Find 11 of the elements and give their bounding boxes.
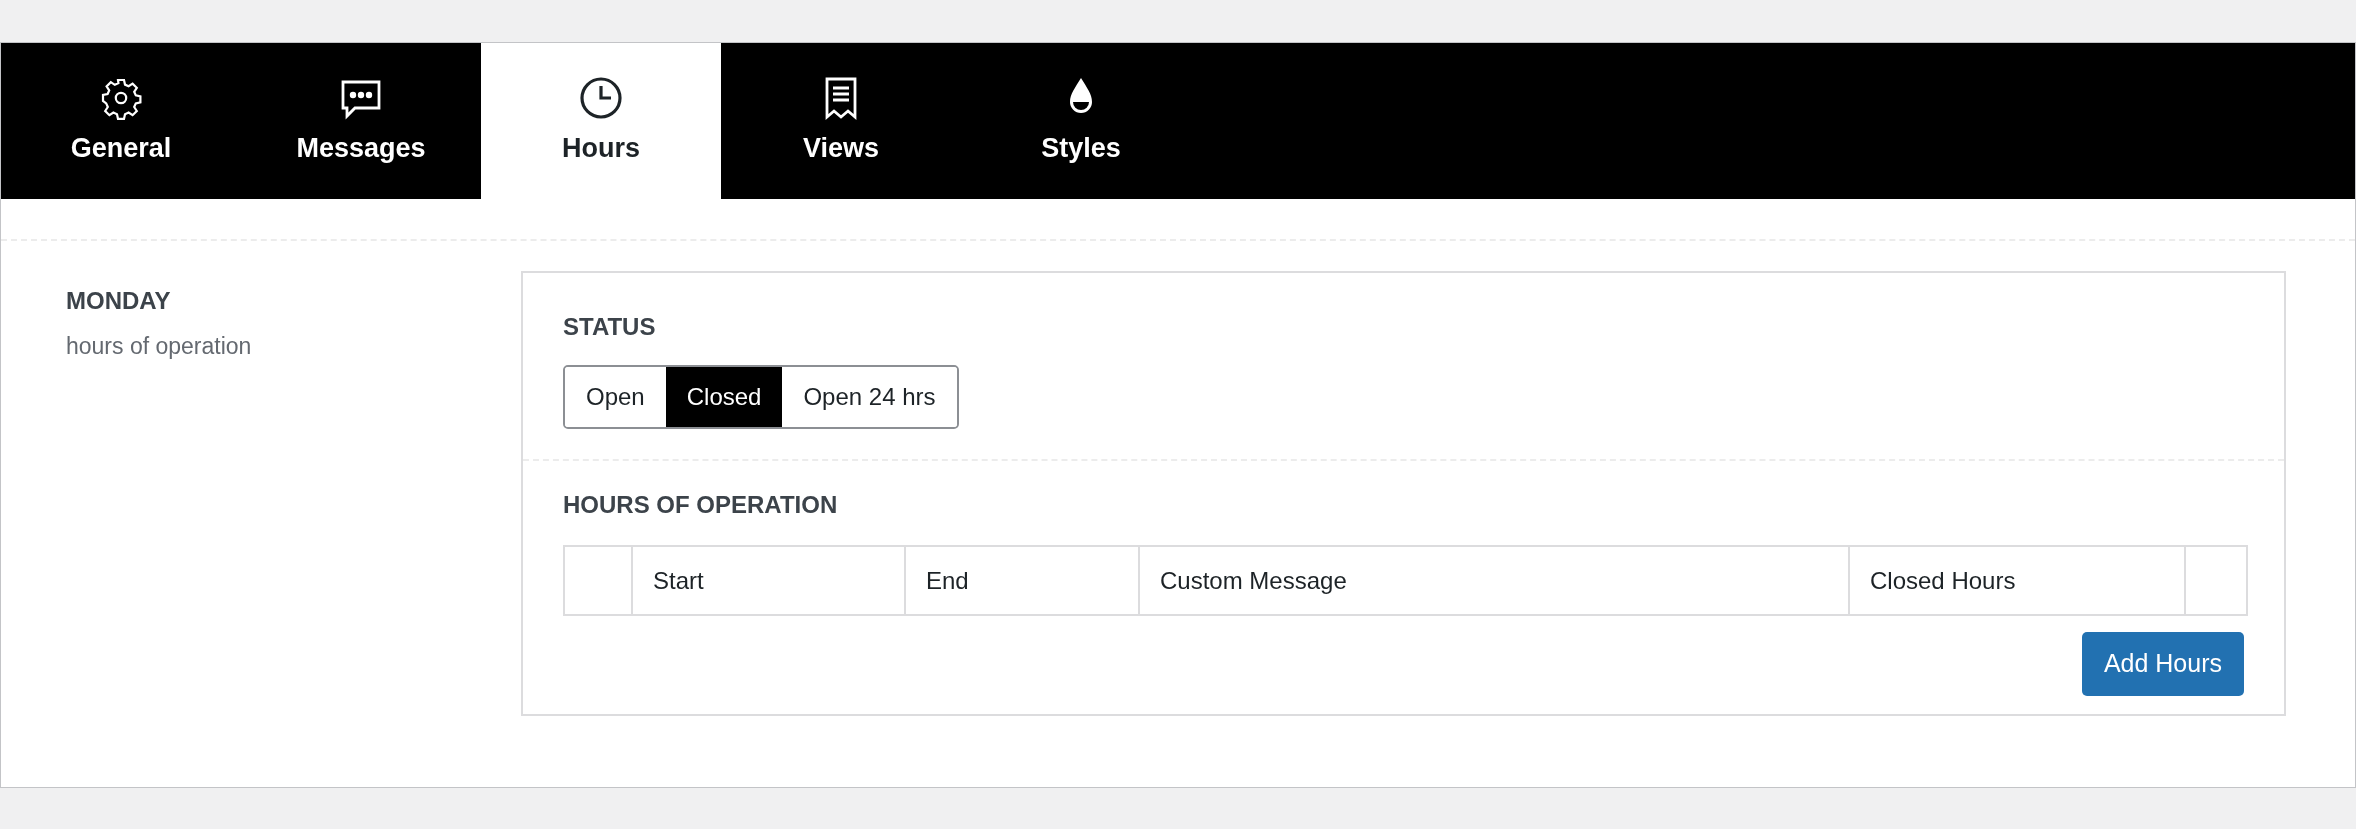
- column-header: Custom Message: [1138, 547, 1848, 614]
- day-subtitle: hours of operation: [66, 332, 253, 361]
- column-header: End: [904, 547, 1138, 614]
- day-title: MONDAY: [66, 286, 172, 316]
- column-header: Start: [631, 547, 904, 614]
- column-header: Closed Hours: [1848, 547, 2184, 614]
- add-hours-button[interactable]: Add Hours: [2081, 632, 2244, 696]
- tab[interactable]: Hours: [481, 43, 721, 199]
- section-heading: STATUS: [563, 312, 657, 342]
- section-heading: HOURS OF OPERATION: [563, 490, 839, 520]
- status-option[interactable]: Closed: [665, 367, 783, 427]
